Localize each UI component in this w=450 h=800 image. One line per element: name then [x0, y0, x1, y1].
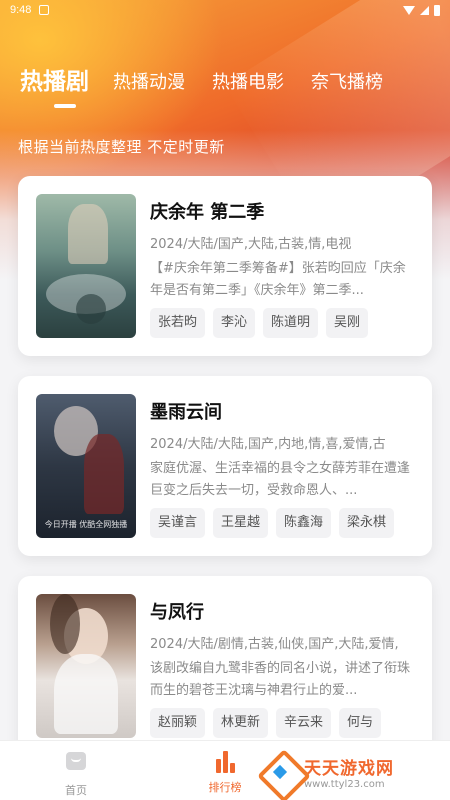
cast-tag[interactable]: 吴刚 [326, 308, 369, 338]
nav-home-label: 首页 [65, 784, 87, 797]
signal-icon [420, 5, 429, 15]
battery-icon [434, 4, 440, 16]
cast-tag[interactable]: 陈道明 [263, 308, 319, 338]
drama-description: 【#庆余年第二季筹备#】张若昀回应「庆余年是否有第二季」《庆余年》第二季... [150, 261, 406, 298]
drama-meta: 2024/大陆/国产,大陆,古装,情,电视 [150, 237, 352, 252]
status-time: 9:48 [10, 4, 32, 16]
drama-card[interactable]: 庆余年 第二季 2024/大陆/国产,大陆,古装,情,电视 【#庆余年第二季筹备… [18, 176, 432, 356]
watermark-name: 天天游戏网 [304, 759, 394, 779]
tab-hot-movie[interactable]: 热播电影 [212, 62, 284, 94]
drama-title: 庆余年 第二季 [150, 202, 265, 223]
poster-image [36, 194, 136, 338]
nav-ranking-label: 排行榜 [208, 781, 242, 794]
site-watermark: 天天游戏网 www.ttyl23.com [262, 752, 394, 792]
watermark-url: www.ttyl23.com [304, 779, 385, 790]
list-subtitle: 根据当前热度整理 不定时更新 [18, 138, 225, 156]
cast-tags: 张若昀 李沁 陈道明 吴刚 [150, 308, 369, 338]
status-icons [403, 4, 440, 16]
active-tab-indicator [54, 104, 76, 108]
drama-title: 与凤行 [150, 602, 204, 623]
cast-tag[interactable]: 王星越 [213, 508, 269, 538]
cast-tag[interactable]: 何与 [339, 708, 382, 738]
cast-tag[interactable]: 陈鑫海 [276, 508, 332, 538]
notification-icon [39, 5, 50, 15]
cast-tag[interactable]: 梁永棋 [339, 508, 395, 538]
drama-meta: 2024/大陆/大陆,国产,内地,情,喜,爱情,古 [150, 437, 386, 452]
tab-netflix-ranking[interactable]: 奈飞播榜 [311, 62, 383, 94]
drama-meta: 2024/大陆/剧情,古装,仙侠,国产,大陆,爱情, [150, 637, 399, 652]
watermark-logo-icon [262, 754, 298, 790]
poster-image [36, 594, 136, 738]
cast-tag[interactable]: 林更新 [213, 708, 269, 738]
ranking-icon [213, 749, 237, 773]
cast-tag[interactable]: 辛云来 [276, 708, 332, 738]
nav-home[interactable]: 首页 [46, 749, 106, 798]
drama-card[interactable]: 与凤行 2024/大陆/剧情,古装,仙侠,国产,大陆,爱情, 该剧改编自九鹭非香… [18, 576, 432, 756]
poster-caption: 今日开播 优酷全网独播 [44, 520, 128, 529]
status-bar: 9:48 [0, 0, 450, 20]
drama-card[interactable]: 今日开播 优酷全网独播 墨雨云间 2024/大陆/大陆,国产,内地,情,喜,爱情… [18, 376, 432, 556]
tab-hot-drama[interactable]: 热播剧 [20, 62, 89, 96]
tab-hot-anime[interactable]: 热播动漫 [113, 62, 185, 94]
category-tabs: 热播剧 热播动漫 热播电影 奈飞播榜 [20, 62, 450, 112]
cast-tag[interactable]: 赵丽颖 [150, 708, 206, 738]
drama-title: 墨雨云间 [150, 402, 222, 423]
cast-tags: 赵丽颖 林更新 辛云来 何与 [150, 708, 382, 738]
drama-description: 该剧改编自九鹭非香的同名小说，讲述了衔珠而生的碧苍王沈璃与神君行止的爱... [150, 661, 411, 698]
cast-tag[interactable]: 李沁 [213, 308, 256, 338]
cast-tag[interactable]: 张若昀 [150, 308, 206, 338]
drama-description: 家庭优渥、生活幸福的县令之女薛芳菲在遭逢巨变之后失去一切，受救命恩人、... [150, 461, 411, 498]
wifi-icon [403, 5, 415, 15]
home-icon [64, 752, 88, 776]
cast-tags: 吴谨言 王星越 陈鑫海 梁永棋 [150, 508, 395, 538]
cast-tag[interactable]: 吴谨言 [150, 508, 206, 538]
nav-ranking[interactable]: 排行榜 [195, 749, 255, 795]
poster-image: 今日开播 优酷全网独播 [36, 394, 136, 538]
